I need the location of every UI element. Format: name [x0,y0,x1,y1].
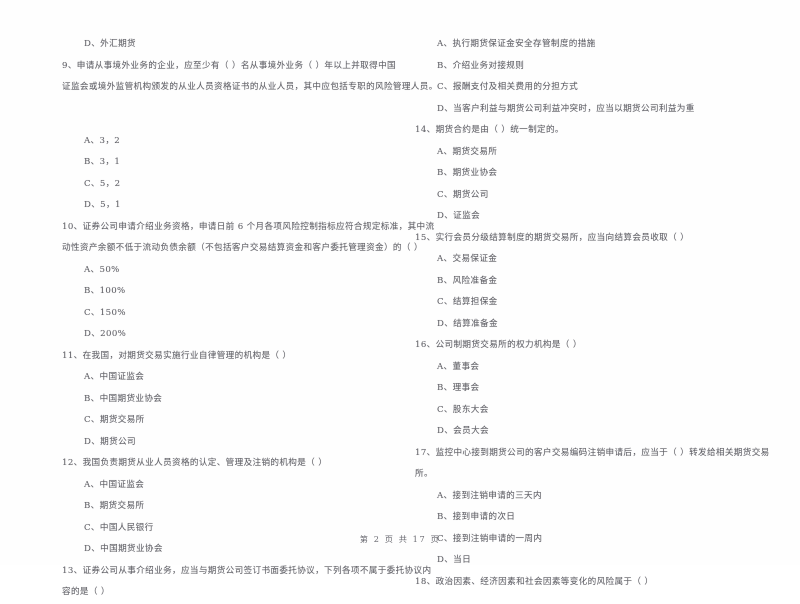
answer-option: A、执行期货保证金安全存管制度的措施 [437,39,596,49]
question-text-continuation: 动性资产余额不低于流动负债余额（不包括客户交易结算资金和客户委托管理资金）的（ … [62,243,423,253]
answer-option: D、外汇期货 [84,39,136,49]
answer-option: C、5，2 [84,178,121,189]
right-question-column: A、执行期货保证金安全存管制度的措施 B、介绍业务对接规则 C、报酬支付及相关费用的… [400,34,800,593]
answer-option: C、结算担保金 [437,297,498,307]
question-text: 18、政治因素、经济因素和社会因素等变化的风险属于（ ） [415,576,654,587]
answer-option: B、风险准备金 [437,275,498,286]
question-text: 17、监控中心接到期货公司的客户交易编码注销申请后，应当于（ ）转发给相关期货交… [415,447,770,458]
answer-option: D、会员大会 [437,426,489,436]
answer-option: A、期货交易所 [437,146,498,157]
answer-option: A、交易保证金 [437,254,498,264]
answer-option: D、5，1 [84,200,121,210]
answer-option: B、期货业协会 [437,168,498,178]
answer-option: A、董事会 [437,361,480,372]
answer-option: B、介绍业务对接规则 [437,60,525,71]
answer-option: D、结算准备金 [437,318,498,329]
answer-option: A、接到注销申请的三天内 [437,490,542,501]
answer-option: C、期货公司 [437,189,489,200]
two-column-layout: D、外汇期货 9、申请从事境外业务的企业，应至少有（ ）名从事境外业务（ ）年以上… [0,34,800,604]
answer-option: B、期货交易所 [84,501,145,511]
answer-option: C、股东大会 [437,404,489,415]
page-footer: 第 2 页 共 17 页 [359,534,441,544]
vertical-gap [62,99,392,131]
question-text: 10、证券公司申请介绍业务资格，申请日前 6 个月各项风险控制指标应符合规定标准… [62,221,435,232]
answer-option: B、100% [84,286,126,296]
question-text: 14、期货合约是由（ ）统一制定的。 [415,125,564,135]
question-text: 15、实行会员分级结算制度的期货交易所，应当向结算会员收取（ ） [415,232,690,243]
question-text-continuation: 证监会或境外监管机构颁发的从业人员资格证书的从业人员，其中应包括专职的风险管理人… [62,82,438,92]
answer-option: B、中国期货业协会 [84,393,163,404]
exam-page: D、外汇期货 9、申请从事境外业务的企业，应至少有（ ）名从事境外业务（ ）年以上… [0,0,800,597]
answer-option: D、200% [84,329,127,339]
answer-option: C、报酬支付及相关费用的分担方式 [437,82,579,92]
question-text: 9、申请从事境外业务的企业，应至少有（ ）名从事境外业务（ ）年以上并取得中国 [62,60,396,71]
answer-option: A、3，2 [84,135,121,146]
question-text: 11、在我国，对期货交易实施行业自律管理的机构是（ ） [62,350,292,361]
question-text: 13、证券公司从事介绍业务，应当与期货公司签订书面委托协议，下列各项不属于委托协… [62,565,432,576]
answer-option: B、3，1 [84,157,121,167]
question-text: 16、公司制期货交易所的权力机构是（ ） [415,340,582,350]
answer-option: C、150% [84,307,126,318]
answer-option: A、中国证监会 [84,372,145,382]
answer-option: D、期货公司 [84,436,136,447]
answer-option: A、50% [84,264,120,275]
question-text-continuation: 容的是（ ） [62,587,110,597]
left-question-column: D、外汇期货 9、申请从事境外业务的企业，应至少有（ ）名从事境外业务（ ）年以上… [0,34,438,604]
answer-option: B、理事会 [437,383,480,393]
answer-option: B、接到申请的次日 [437,512,516,522]
answer-option: C、期货交易所 [84,415,145,425]
answer-option: D、证监会 [437,211,481,221]
question-text-continuation: 所。 [415,469,433,479]
answer-option: D、当日 [437,555,472,565]
answer-option: D、当客户利益与期货公司利益冲突时，应当以期货公司利益为重 [437,103,695,114]
answer-option: A、中国证监会 [84,479,145,490]
question-text: 12、我国负责期货从业人员资格的认定、管理及注销的机构是（ ） [62,458,328,468]
